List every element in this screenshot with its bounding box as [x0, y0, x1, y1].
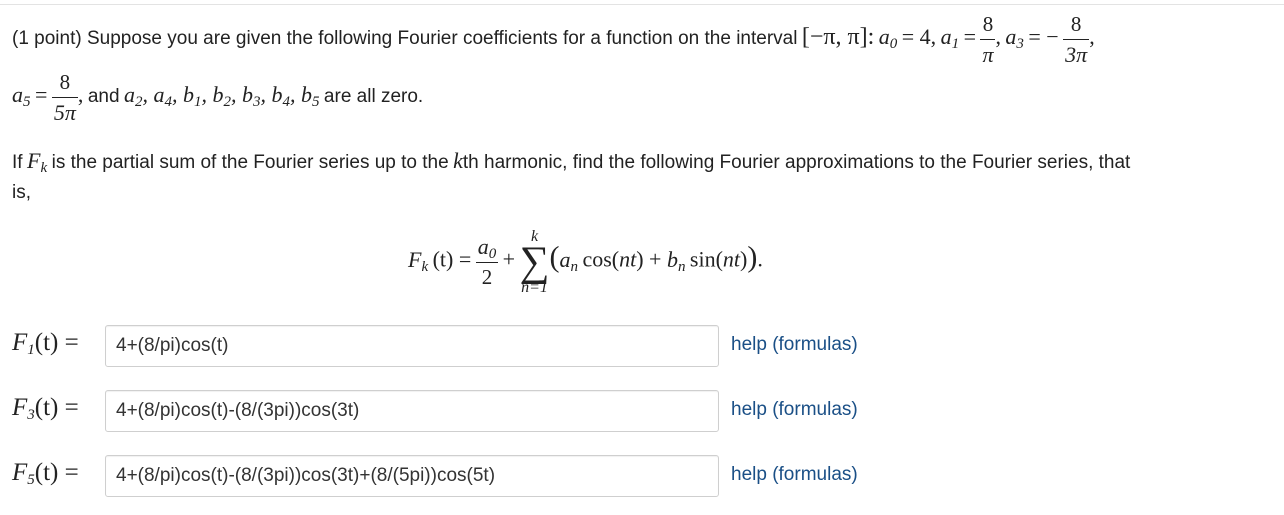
a1-fraction: 8π	[980, 12, 996, 67]
f5-answer-input[interactable]	[105, 455, 719, 497]
a3-sign: = −	[1028, 24, 1059, 50]
problem-line-4: is,	[12, 182, 31, 204]
line4-text: is,	[12, 182, 31, 203]
zero-statement: are all zero.	[323, 86, 424, 108]
a1-label: a	[940, 24, 952, 50]
f5-label: F5(t) =	[12, 459, 79, 488]
a0-value: = 4,	[901, 24, 937, 50]
answer-row-f3: F3(t) = help (formulas)	[12, 390, 912, 434]
problem-intro: (1 point) Suppose you are given the foll…	[12, 28, 798, 50]
fk-sub: k	[40, 160, 48, 176]
a0-sub: 0	[889, 36, 898, 53]
summation-symbol: k ∑ n=1	[519, 228, 550, 297]
line3-rest: th harmonic, find the following Fourier …	[462, 152, 1131, 173]
a3-label: a	[1005, 24, 1017, 50]
partial-sum-formula: Fk (t) = a0 2 + k ∑ n=1 (an cos(nt) + bn sin…	[408, 228, 763, 297]
kth-symbol: k	[453, 148, 463, 173]
interval: [−π, π]:	[801, 24, 875, 51]
problem-page: (1 point) Suppose you are given the foll…	[0, 0, 1284, 515]
problem-line-1: (1 point) Suppose you are given the foll…	[12, 12, 1095, 67]
a3-sub: 3	[1016, 36, 1024, 53]
a0-label: a	[878, 24, 890, 50]
line3-if: If	[12, 152, 23, 173]
f1-label: F1(t) =	[12, 329, 79, 358]
a1-sub: 1	[951, 36, 960, 53]
top-divider	[0, 4, 1284, 5]
answer-row-f5: F5(t) = help (formulas)	[12, 455, 912, 499]
f3-answer-input[interactable]	[105, 390, 719, 432]
f3-help-link[interactable]: help (formulas)	[731, 399, 858, 421]
line3-mid: is the partial sum of the Fourier series…	[51, 152, 449, 173]
f1-answer-input[interactable]	[105, 325, 719, 367]
a3-fraction: 8 3π	[1063, 12, 1090, 67]
answer-row-f1: F1(t) = help (formulas)	[12, 325, 912, 369]
f1-help-link[interactable]: help (formulas)	[731, 334, 858, 356]
problem-line-3: If Fk is the partial sum of the Fourier …	[12, 148, 1131, 176]
a0-over-2: a0 2	[475, 234, 499, 290]
fk-symbol: F	[27, 148, 41, 173]
f3-label: F3(t) =	[12, 394, 79, 423]
a5-sub: 5	[23, 94, 31, 111]
a5-label: a	[12, 82, 23, 108]
a5-fraction: 8 5π	[51, 70, 78, 125]
f5-help-link[interactable]: help (formulas)	[731, 464, 858, 486]
problem-line-2: a5 = 8 5π, and a2, a4, b1, b2, b3, b4, b5…	[12, 70, 424, 125]
